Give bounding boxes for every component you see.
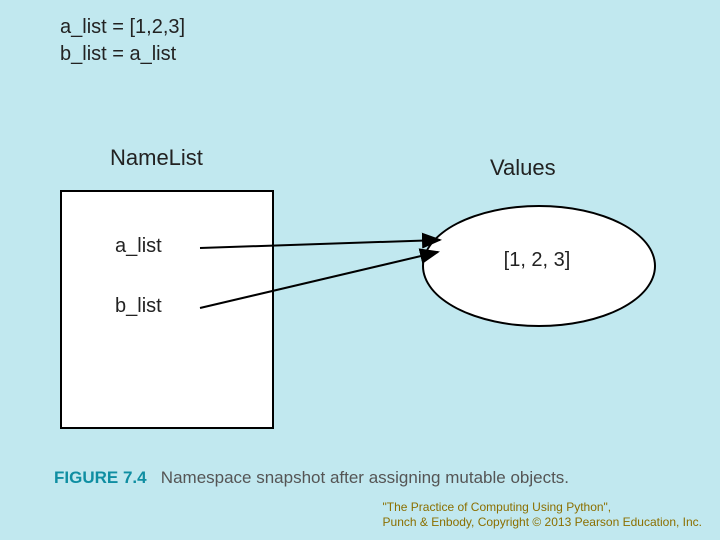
credit-block: "The Practice of Computing Using Python"… <box>383 500 702 530</box>
code-block: a_list = [1,2,3] b_list = a_list <box>60 14 185 68</box>
label-namelist: NameList <box>110 145 203 171</box>
figure-caption: FIGURE 7.4 Namespace snapshot after assi… <box>54 468 569 488</box>
label-values: Values <box>490 155 556 181</box>
figure-text: Namespace snapshot after assigning mutab… <box>161 468 569 487</box>
namelist-box <box>60 190 274 429</box>
code-line-1: a_list = [1,2,3] <box>60 14 185 41</box>
code-line-2: b_list = a_list <box>60 41 185 68</box>
credit-line-1: "The Practice of Computing Using Python"… <box>383 500 702 515</box>
figure-number: FIGURE 7.4 <box>54 468 147 487</box>
credit-line-2: Punch & Enbody, Copyright © 2013 Pearson… <box>383 515 702 530</box>
name-b-list: b_list <box>115 295 162 318</box>
value-ellipse: [1, 2, 3] <box>422 205 652 323</box>
value-text: [1, 2, 3] <box>422 249 652 272</box>
name-a-list: a_list <box>115 235 162 258</box>
